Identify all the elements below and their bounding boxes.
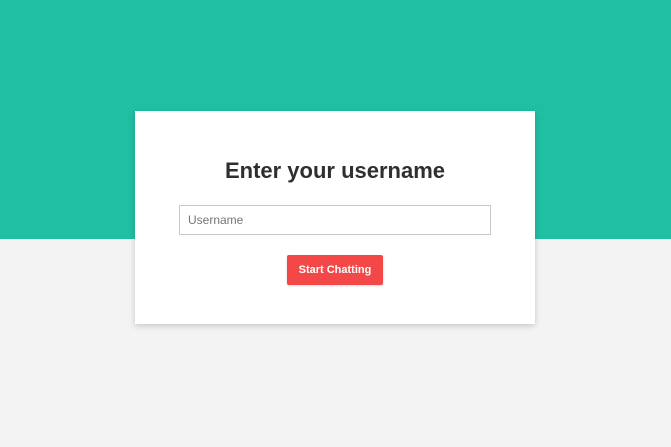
page: Enter your username Start Chatting <box>0 0 671 447</box>
username-card: Enter your username Start Chatting <box>135 111 535 324</box>
card-title: Enter your username <box>224 158 446 183</box>
username-input[interactable] <box>179 205 491 235</box>
start-chatting-button[interactable]: Start Chatting <box>287 255 383 285</box>
